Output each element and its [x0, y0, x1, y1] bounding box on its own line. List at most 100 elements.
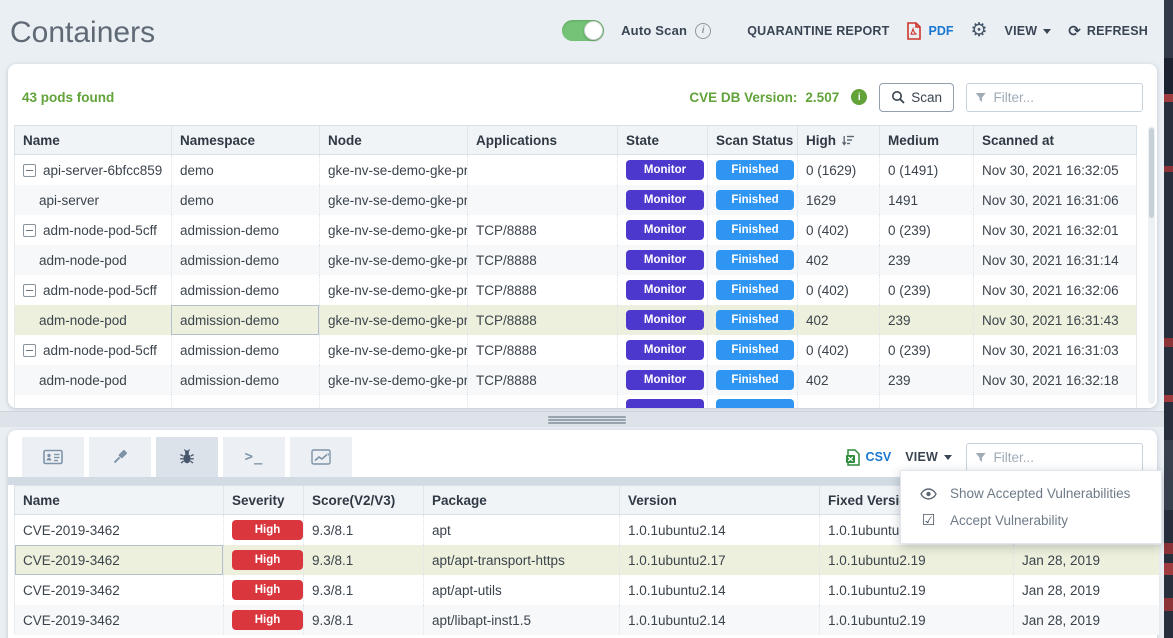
col-scan-status[interactable]: Scan Status	[707, 126, 797, 154]
pod-row[interactable]: api-server demo gke-nv-se-demo-gke-pr Mo…	[14, 185, 1137, 215]
collapse-icon[interactable]	[23, 344, 36, 357]
col-version[interactable]: Version	[619, 486, 819, 514]
pods-toolbar: 43 pods found CVE DB Version: 2.507 i Sc…	[22, 82, 1143, 112]
pdf-label: PDF	[928, 24, 953, 38]
page-title: Containers	[10, 16, 155, 50]
collapse-icon[interactable]	[23, 284, 36, 297]
search-icon	[891, 90, 905, 104]
bug-icon	[178, 448, 196, 466]
pods-table-scrollbar[interactable]	[1148, 126, 1155, 404]
refresh-button[interactable]: ⟳ REFRESH	[1068, 22, 1148, 40]
pod-row[interactable]: api-server-6bfcc859 demo gke-nv-se-demo-…	[14, 155, 1137, 185]
auto-scan-label: Auto Scan	[621, 23, 687, 38]
col-cve-name[interactable]: Name	[15, 486, 223, 514]
filter-icon	[975, 91, 986, 104]
info-icon[interactable]: i	[695, 23, 711, 39]
gear-icon[interactable]: ⚙	[970, 21, 987, 40]
pod-row-selected[interactable]: adm-node-pod admission-demo gke-nv-se-de…	[14, 305, 1137, 335]
menu-item-accept-vulnerability[interactable]: ☑ Accept Vulnerability	[901, 507, 1161, 534]
vuln-row[interactable]: CVE-2019-3462 High 9.3/8.1 apt/apt-utils…	[14, 575, 1160, 605]
scan-status-badge: Finished	[716, 250, 794, 270]
state-badge: Monitor	[626, 160, 704, 180]
collapse-icon[interactable]	[23, 224, 36, 237]
pod-row[interactable]: adm-node-pod-5cff admission-demo gke-nv-…	[14, 335, 1137, 365]
top-bar: Containers Auto Scan i QUARANTINE REPORT…	[0, 0, 1164, 62]
scrollbar-thumb[interactable]	[1149, 128, 1154, 218]
pod-row[interactable]: adm-node-pod-5cff admission-demo gke-nv-…	[14, 215, 1137, 245]
refresh-icon: ⟳	[1068, 22, 1081, 40]
details-view-menu-button[interactable]: VIEW	[905, 450, 952, 464]
state-badge: Monitor	[626, 280, 704, 300]
col-package[interactable]: Package	[423, 486, 619, 514]
pods-filter	[966, 83, 1143, 112]
pod-row[interactable]: adm-node-pod-5cff admission-demo gke-nv-…	[14, 275, 1137, 305]
scan-status-badge: Finished	[716, 310, 794, 330]
quarantine-report-button[interactable]: QUARANTINE REPORT	[747, 24, 889, 38]
pod-row-partial[interactable]	[14, 395, 1137, 408]
severity-badge: High	[232, 580, 303, 600]
splitter-drag-handle[interactable]	[548, 416, 626, 424]
chart-icon	[311, 449, 331, 465]
scan-status-badge: Finished	[716, 370, 794, 390]
state-badge: Monitor	[626, 220, 704, 240]
containers-screen: Containers Auto Scan i QUARANTINE REPORT…	[0, 0, 1173, 638]
eye-icon	[920, 488, 937, 500]
collapse-icon[interactable]	[23, 164, 36, 177]
pods-panel: 43 pods found CVE DB Version: 2.507 i Sc…	[8, 64, 1157, 408]
pods-toolbar-right: CVE DB Version: 2.507 i Scan	[689, 83, 1143, 112]
scan-status-badge: Finished	[716, 220, 794, 240]
col-medium[interactable]: Medium	[879, 126, 973, 154]
scan-status-badge: Finished	[716, 340, 794, 360]
tab-stats[interactable]	[290, 437, 352, 477]
pods-table-header: Name Namespace Node Applications State S…	[14, 125, 1137, 155]
tab-vulnerabilities[interactable]	[156, 437, 218, 477]
menu-item-label: Accept Vulnerability	[950, 513, 1068, 528]
panel-splitter[interactable]	[0, 411, 1164, 427]
cve-db-label: CVE DB Version:	[689, 90, 797, 105]
cve-info-icon[interactable]: i	[851, 89, 867, 105]
pods-count: 43 pods found	[22, 90, 114, 105]
col-node[interactable]: Node	[319, 126, 467, 154]
filter-icon	[975, 451, 986, 464]
pod-row[interactable]: adm-node-pod admission-demo gke-nv-se-de…	[14, 245, 1137, 275]
details-panel: >_ CSV VIEW	[8, 430, 1157, 638]
chevron-down-icon	[1043, 29, 1051, 38]
col-score[interactable]: Score(V2/V3)	[303, 486, 423, 514]
state-badge: Monitor	[626, 310, 704, 330]
vuln-row-selected[interactable]: CVE-2019-3462 High 9.3/8.1 apt/apt-trans…	[14, 545, 1160, 575]
menu-item-show-accepted[interactable]: Show Accepted Vulnerabilities	[901, 480, 1161, 507]
state-badge	[626, 399, 704, 408]
id-card-icon	[43, 449, 63, 465]
menu-item-label: Show Accepted Vulnerabilities	[950, 486, 1130, 501]
details-tabs: >_	[22, 437, 352, 477]
tab-id-card[interactable]	[22, 437, 84, 477]
col-applications[interactable]: Applications	[467, 126, 617, 154]
tab-terminal[interactable]: >_	[223, 437, 285, 477]
col-scanned-at[interactable]: Scanned at	[973, 126, 1136, 154]
col-state[interactable]: State	[617, 126, 707, 154]
col-high[interactable]: High	[797, 126, 879, 154]
severity-badge: High	[232, 610, 303, 630]
view-label: VIEW	[1005, 24, 1038, 38]
state-badge: Monitor	[626, 340, 704, 360]
scan-button-label: Scan	[911, 90, 942, 105]
state-badge: Monitor	[626, 190, 704, 210]
scan-status-badge: Finished	[716, 190, 794, 210]
top-actions: Auto Scan i QUARANTINE REPORT PDF ⚙ VIEW…	[562, 20, 1148, 41]
pod-row[interactable]: adm-node-pod admission-demo gke-nv-se-de…	[14, 365, 1137, 395]
state-badge: Monitor	[626, 250, 704, 270]
col-namespace[interactable]: Namespace	[171, 126, 319, 154]
scan-button[interactable]: Scan	[879, 83, 954, 112]
pdf-button[interactable]: PDF	[906, 22, 953, 40]
auto-scan-toggle[interactable]	[562, 20, 604, 41]
csv-button[interactable]: CSV	[845, 449, 892, 466]
pods-filter-input[interactable]	[993, 90, 1134, 105]
tab-rules[interactable]	[89, 437, 151, 477]
details-filter-input[interactable]	[993, 450, 1134, 465]
scan-status-badge: Finished	[716, 160, 794, 180]
col-severity[interactable]: Severity	[223, 486, 303, 514]
col-name[interactable]: Name	[15, 126, 171, 154]
vuln-row[interactable]: CVE-2019-3462 High 9.3/8.1 apt/libapt-in…	[14, 605, 1160, 635]
view-menu-button[interactable]: VIEW	[1005, 24, 1052, 38]
scan-status-badge	[716, 399, 794, 408]
